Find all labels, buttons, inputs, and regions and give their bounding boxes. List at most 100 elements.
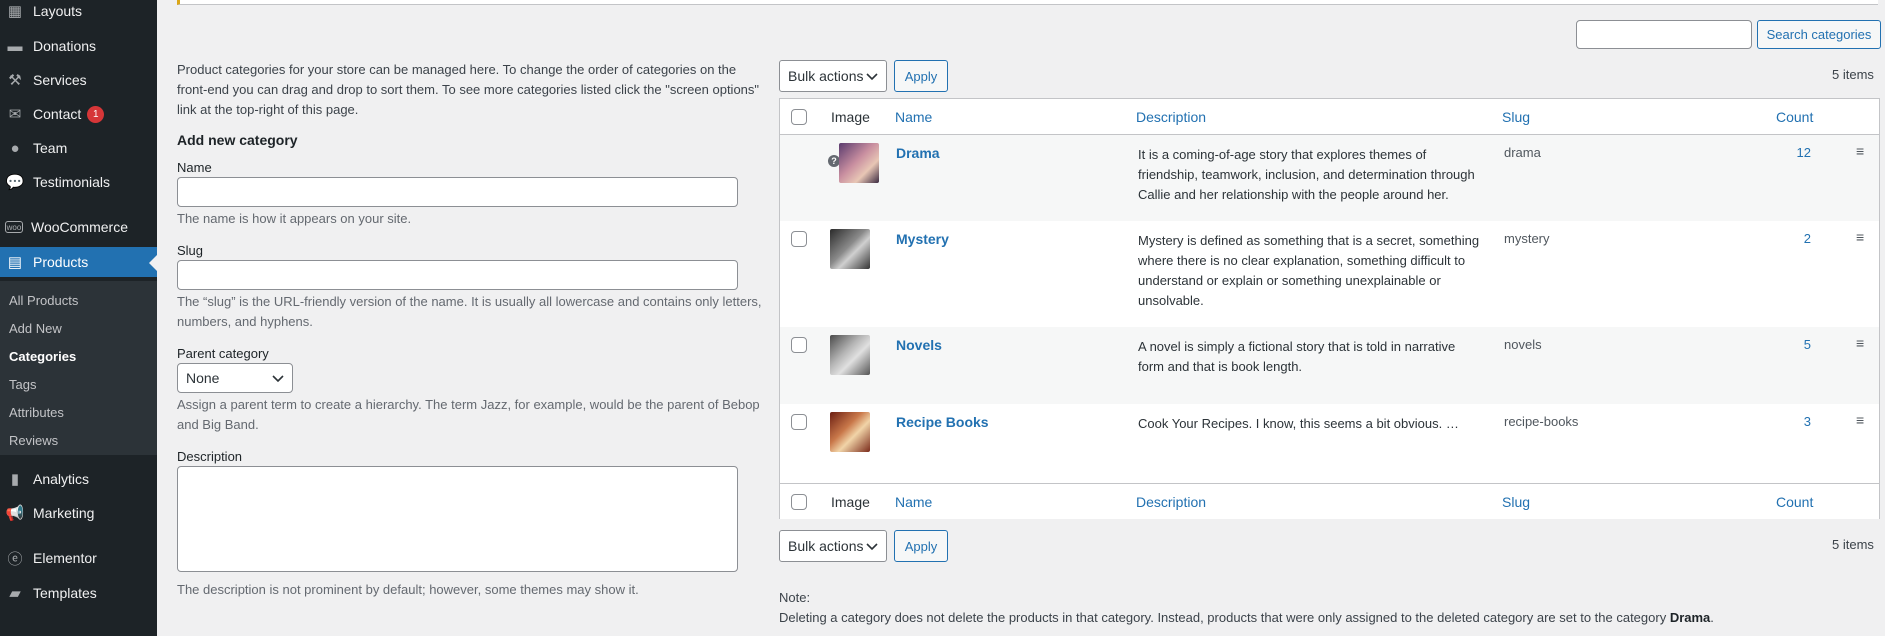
submenu-tags[interactable]: Tags bbox=[9, 377, 36, 392]
description-textarea[interactable] bbox=[177, 466, 738, 572]
menu-products[interactable]: ▤ Products bbox=[0, 247, 157, 277]
submenu-all-products[interactable]: All Products bbox=[9, 293, 78, 308]
chevron-down-icon bbox=[866, 538, 878, 554]
submenu-add-new[interactable]: Add New bbox=[9, 321, 62, 336]
row-checkbox[interactable] bbox=[791, 414, 807, 430]
menu-analytics[interactable]: ▮ Analytics bbox=[0, 464, 157, 494]
category-slug: novels bbox=[1504, 337, 1542, 352]
category-name-link[interactable]: Recipe Books bbox=[896, 414, 989, 430]
submenu-attributes[interactable]: Attributes bbox=[9, 405, 64, 420]
add-category-form: Product categories for your store can be… bbox=[177, 60, 767, 600]
category-description: Cook Your Recipes. I know, this seems a … bbox=[1138, 416, 1459, 431]
column-description[interactable]: Description bbox=[1136, 494, 1206, 510]
column-image: Image bbox=[831, 109, 870, 125]
category-thumbnail bbox=[830, 412, 870, 452]
layout-icon: ▦ bbox=[7, 3, 23, 20]
table-row: ? Drama It is a coming-of-age story that… bbox=[780, 135, 1879, 221]
row-checkbox[interactable] bbox=[791, 337, 807, 353]
category-count-link[interactable]: 3 bbox=[1804, 414, 1811, 429]
column-description[interactable]: Description bbox=[1136, 109, 1206, 125]
menu-templates[interactable]: ▰ Templates bbox=[0, 578, 157, 608]
row-checkbox[interactable] bbox=[791, 231, 807, 247]
drag-handle-icon[interactable]: ≡ bbox=[1856, 229, 1864, 245]
category-slug: mystery bbox=[1504, 231, 1550, 246]
menu-contact[interactable]: ✉ Contact 1 bbox=[0, 99, 157, 129]
form-heading: Add new category bbox=[177, 132, 298, 148]
name-description: The name is how it appears on your site. bbox=[177, 211, 412, 226]
category-thumbnail bbox=[830, 335, 870, 375]
categories-table: Image Name Description Slug Count ? Dram… bbox=[779, 98, 1880, 519]
select-all-checkbox-bottom[interactable] bbox=[791, 494, 807, 510]
category-name-link[interactable]: Drama bbox=[896, 145, 940, 161]
table-header: Image Name Description Slug Count bbox=[780, 99, 1879, 135]
description-help: The description is not prominent by defa… bbox=[177, 582, 639, 597]
note-text: Deleting a category does not delete the … bbox=[779, 610, 1714, 625]
name-label: Name bbox=[177, 160, 212, 175]
bar-chart-icon: ▮ bbox=[10, 471, 20, 488]
menu-testimonials[interactable]: 💬 Testimonials bbox=[0, 167, 157, 197]
category-thumbnail bbox=[830, 229, 870, 269]
category-count-link[interactable]: 5 bbox=[1804, 337, 1811, 352]
parent-category-select[interactable]: None bbox=[177, 363, 293, 393]
column-name[interactable]: Name bbox=[895, 494, 932, 510]
slug-label: Slug bbox=[177, 243, 204, 258]
category-description: Mystery is defined as something that is … bbox=[1138, 233, 1480, 308]
name-field[interactable] bbox=[177, 177, 738, 207]
category-slug: drama bbox=[1504, 145, 1541, 160]
column-image: Image bbox=[831, 494, 870, 510]
intro-text: Product categories for your store can be… bbox=[177, 62, 760, 117]
table-row: Recipe Books Cook Your Recipes. I know, … bbox=[780, 404, 1879, 483]
menu-donations[interactable]: ▬ Donations bbox=[0, 31, 157, 61]
category-name-link[interactable]: Mystery bbox=[896, 231, 949, 247]
chevron-down-icon bbox=[866, 68, 878, 84]
default-category: Drama bbox=[1669, 610, 1711, 625]
elementor-icon: ⓔ bbox=[7, 550, 23, 568]
menu-woocommerce[interactable]: woo WooCommerce bbox=[0, 212, 157, 242]
speech-bubble-icon: 💬 bbox=[5, 174, 25, 191]
menu-marketing[interactable]: 📢 Marketing bbox=[0, 498, 157, 528]
column-slug[interactable]: Slug bbox=[1502, 494, 1530, 510]
category-thumbnail bbox=[839, 143, 879, 183]
admin-notice bbox=[177, 0, 1878, 5]
apply-button-top[interactable]: Apply bbox=[894, 60, 948, 92]
parent-category-description: Assign a parent term to create a hierarc… bbox=[177, 397, 760, 432]
folder-icon: ▰ bbox=[9, 585, 21, 602]
search-categories-button[interactable]: Search categories bbox=[1757, 20, 1881, 49]
admin-sidebar: ▦ Layouts ▬ Donations ⚒ Services ✉ Conta… bbox=[0, 0, 157, 636]
chevron-down-icon bbox=[272, 370, 284, 386]
menu-layouts[interactable]: ▦ Layouts bbox=[0, 0, 157, 26]
category-description: A novel is simply a fictional story that… bbox=[1138, 339, 1456, 374]
column-name[interactable]: Name bbox=[895, 109, 932, 125]
category-count-link[interactable]: 12 bbox=[1797, 145, 1811, 160]
menu-services[interactable]: ⚒ Services bbox=[0, 65, 157, 95]
search-input[interactable] bbox=[1576, 20, 1752, 49]
column-count[interactable]: Count bbox=[1776, 494, 1813, 510]
products-submenu: All Products Add New Categories Tags Att… bbox=[0, 281, 157, 455]
description-label: Description bbox=[177, 449, 243, 464]
items-count-top: 5 items bbox=[1832, 67, 1874, 82]
menu-elementor[interactable]: ⓔ Elementor bbox=[0, 543, 157, 573]
slug-description: The “slug” is the URL-friendly version o… bbox=[177, 294, 762, 329]
slug-field[interactable] bbox=[177, 260, 738, 290]
select-all-checkbox[interactable] bbox=[791, 109, 807, 125]
submenu-categories[interactable]: Categories bbox=[9, 349, 76, 364]
delete-note: Note: Deleting a category does not delet… bbox=[779, 588, 1714, 628]
items-count-bottom: 5 items bbox=[1832, 537, 1874, 552]
drag-handle-icon[interactable]: ≡ bbox=[1856, 412, 1864, 428]
column-count[interactable]: Count bbox=[1776, 109, 1813, 125]
mail-icon: ✉ bbox=[8, 106, 22, 123]
column-slug[interactable]: Slug bbox=[1502, 109, 1530, 125]
apply-button-bottom[interactable]: Apply bbox=[894, 530, 948, 562]
notification-badge: 1 bbox=[87, 105, 105, 123]
category-name-link[interactable]: Novels bbox=[896, 337, 942, 353]
table-footer: Image Name Description Slug Count bbox=[780, 483, 1879, 519]
drag-handle-icon[interactable]: ≡ bbox=[1856, 143, 1864, 159]
drag-handle-icon[interactable]: ≡ bbox=[1856, 335, 1864, 351]
submenu-reviews[interactable]: Reviews bbox=[9, 433, 58, 448]
category-description: It is a coming-of-age story that explore… bbox=[1138, 147, 1475, 202]
menu-team[interactable]: ● Team bbox=[0, 133, 157, 163]
bulk-actions-select-bottom[interactable]: Bulk actions bbox=[779, 530, 887, 562]
bulk-actions-select-top[interactable]: Bulk actions bbox=[779, 60, 887, 92]
donations-icon: ▬ bbox=[7, 37, 23, 55]
category-count-link[interactable]: 2 bbox=[1804, 231, 1811, 246]
